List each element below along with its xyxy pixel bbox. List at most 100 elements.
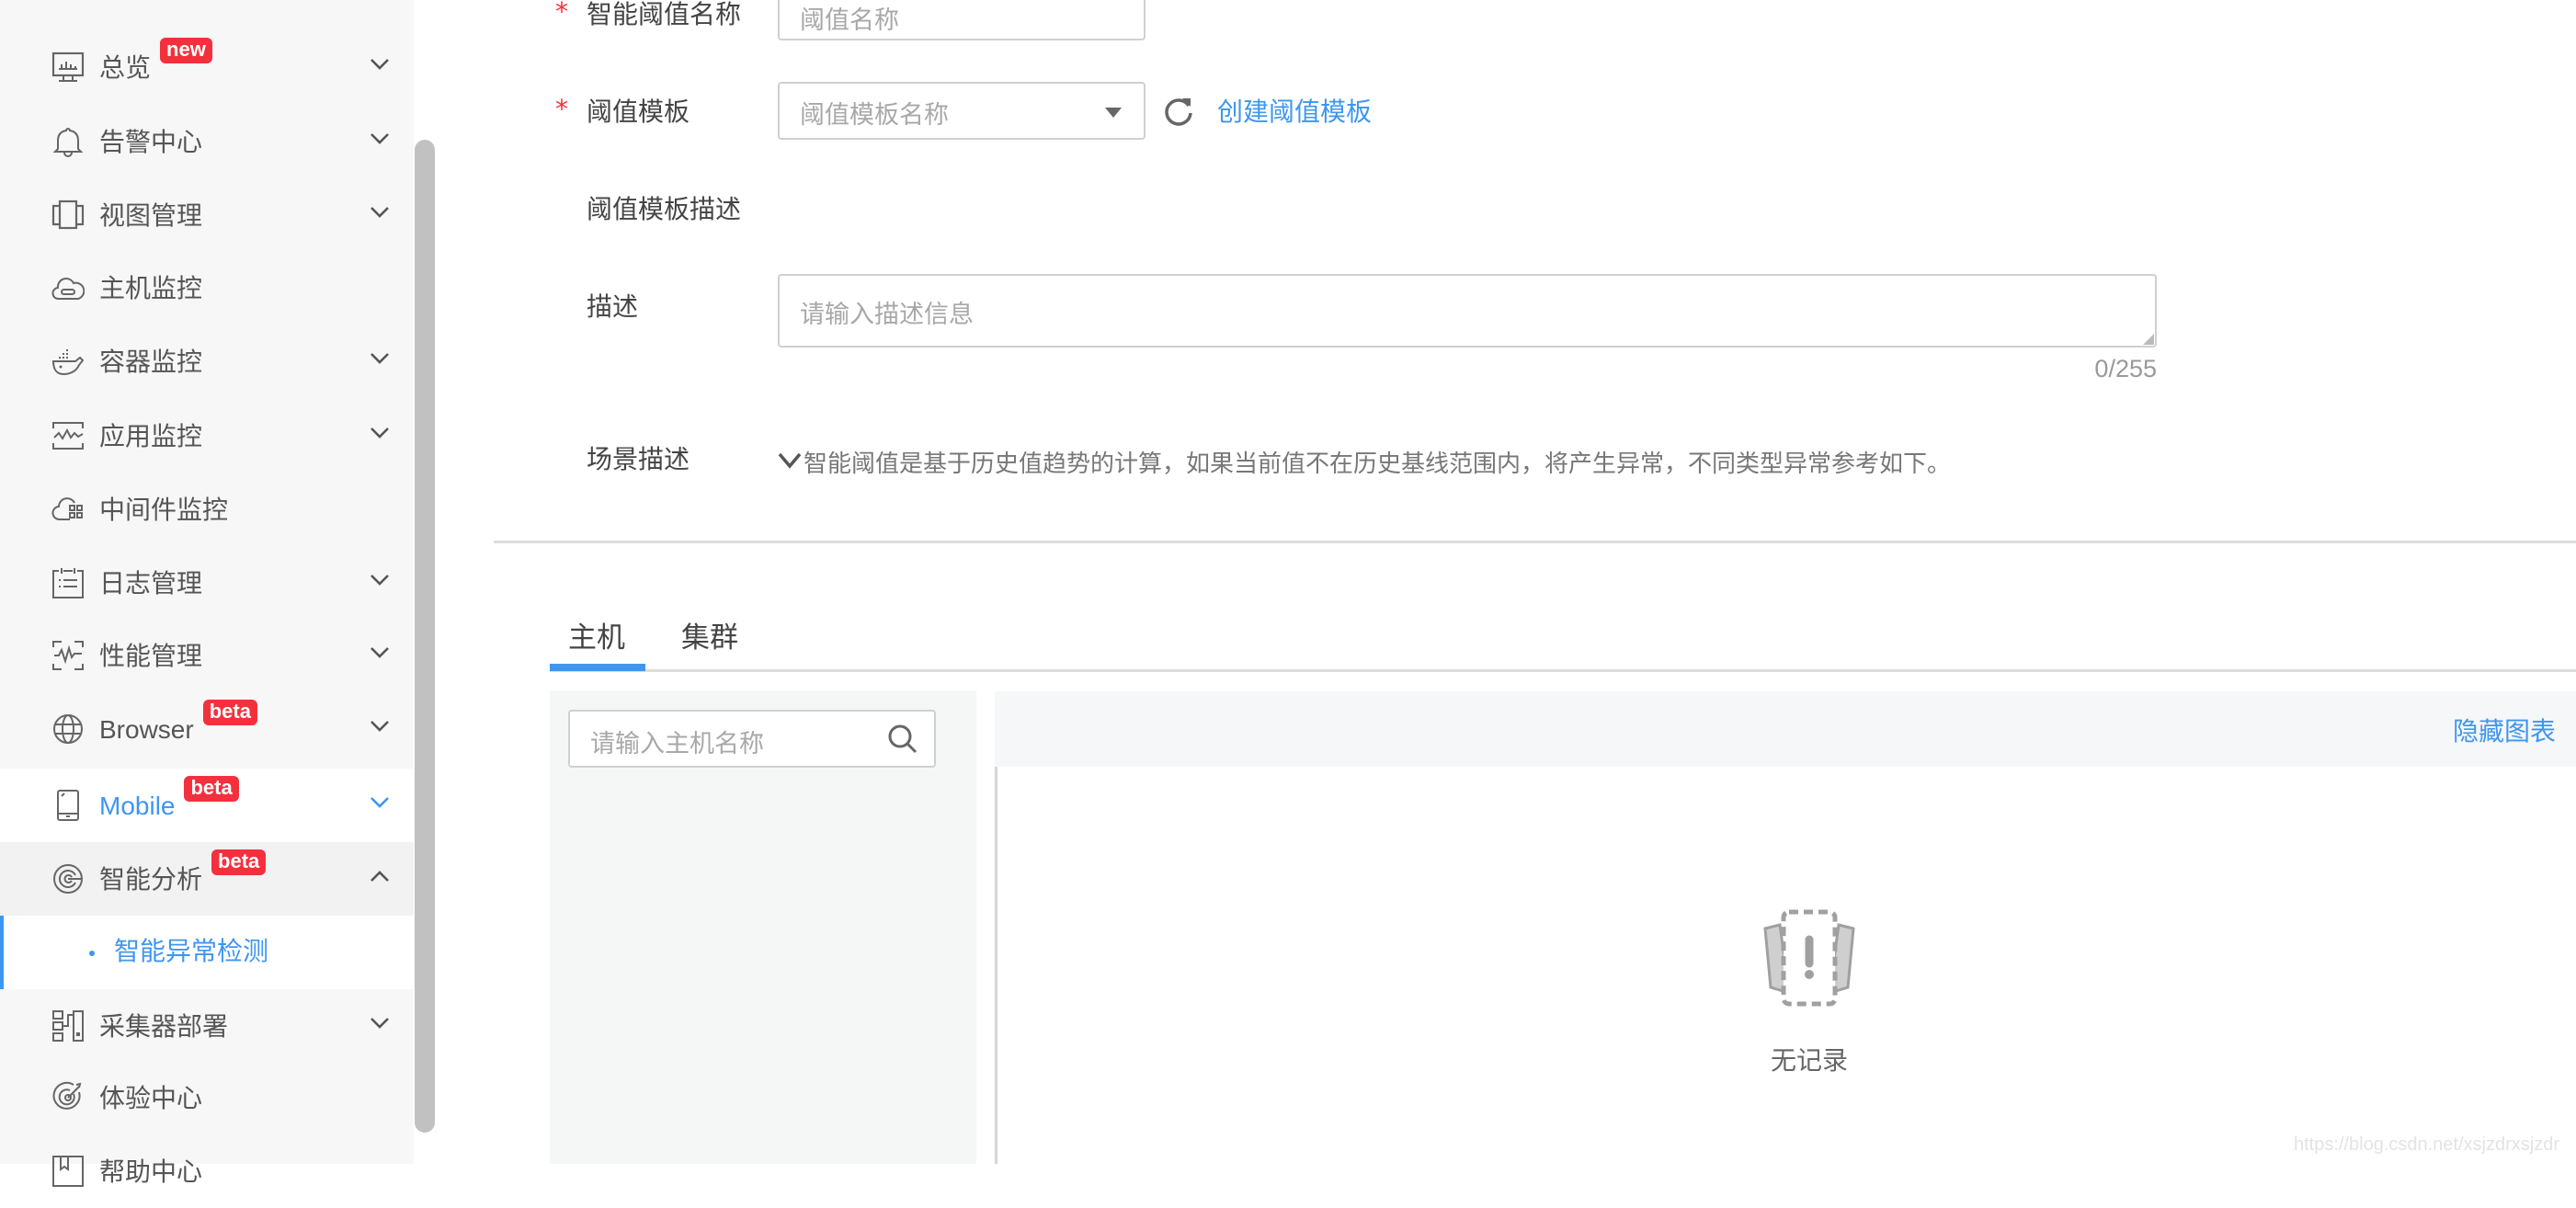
- sidebar-item-label: 日志管理: [99, 568, 203, 598]
- new-badge: new: [160, 38, 212, 63]
- template-description-label: 阈值模板描述: [587, 194, 742, 224]
- watermark: https://blog.csdn.net/xsjzdrxsjzdr: [2293, 1134, 2559, 1155]
- scenario-label: 场景描述: [587, 444, 690, 474]
- description-textarea[interactable]: 请输入描述信息: [778, 274, 2157, 348]
- section-divider: [494, 541, 2576, 543]
- chart-panel-border: [995, 767, 997, 1164]
- collector-icon: [52, 1010, 84, 1042]
- log-list-icon: [52, 568, 84, 598]
- sidebar-item-label: 中间件监控: [99, 495, 229, 525]
- template-select[interactable]: 阈值模板名称: [778, 82, 1146, 140]
- sidebar-item-label: 智能分析: [99, 864, 203, 895]
- chevron-down-icon: [370, 207, 389, 218]
- chevron-down-icon: [370, 647, 389, 658]
- sidebar-subitem-anomaly-detection[interactable]: 智能异常检测: [0, 916, 414, 989]
- globe-icon: [53, 714, 83, 744]
- hide-chart-link[interactable]: 隐藏图表: [2453, 712, 2556, 748]
- view-panels-icon: [51, 199, 85, 230]
- chevron-down-icon: [370, 721, 389, 732]
- sidebar-item-views[interactable]: 视图管理: [0, 178, 414, 252]
- sidebar-item-label: 主机监控: [99, 273, 203, 303]
- sidebar-item-label: 性能管理: [99, 641, 203, 671]
- threshold-name-input[interactable]: 阈值名称: [778, 0, 1146, 40]
- sidebar: 总览 new 告警中心 视图管理 主机监控 容器监控 应用监控 中间件监控 日志管…: [0, 0, 414, 1187]
- sidebar-item-log-management[interactable]: 日志管理: [0, 546, 414, 620]
- sidebar-subitem-label: 智能异常检测: [114, 936, 269, 966]
- empty-record-text: 无记录: [1770, 1045, 1848, 1076]
- sidebar-item-label: 采集器部署: [99, 1011, 229, 1042]
- sidebar-item-container-monitor[interactable]: 容器监控: [0, 325, 414, 398]
- template-select-placeholder: 阈值模板名称: [800, 101, 949, 130]
- sidebar-item-host-monitor[interactable]: 主机监控: [0, 251, 414, 325]
- create-template-link[interactable]: 创建阈值模板: [1217, 92, 1372, 129]
- sidebar-item-alerts[interactable]: 告警中心: [0, 105, 414, 178]
- bullet-icon: [89, 951, 95, 956]
- chevron-down-icon: [370, 59, 389, 70]
- sidebar-item-app-monitor[interactable]: 应用监控: [0, 399, 414, 473]
- radar-icon: [53, 864, 83, 894]
- name-required-mark: *: [555, 0, 568, 27]
- app-pulse-icon: [52, 422, 84, 450]
- template-required-mark: *: [555, 94, 568, 124]
- cloud-grid-icon: [51, 497, 83, 520]
- sidebar-item-experience-center[interactable]: 体验中心: [0, 1061, 414, 1134]
- sidebar-item-label: 应用监控: [99, 421, 203, 451]
- active-tab-indicator: [550, 664, 645, 671]
- target-icon: [52, 1081, 82, 1110]
- sidebar-item-collector-deploy[interactable]: 采集器部署: [0, 989, 414, 1063]
- sidebar-item-mobile[interactable]: Mobile beta: [0, 769, 414, 842]
- sidebar-item-label: Mobile: [99, 792, 176, 820]
- scenario-text: 智能阈值是基于历史值趋势的计算，如果当前值不在历史基线范围内，将产生异常，不同类…: [804, 450, 1952, 478]
- docker-whale-icon: [51, 349, 85, 376]
- monitor-chart-icon: [51, 51, 85, 82]
- chevron-down-icon: [370, 575, 389, 586]
- chevron-down-icon: [370, 1018, 389, 1029]
- sidebar-item-label: 总览: [99, 52, 152, 83]
- sidebar-item-label: 体验中心: [99, 1083, 203, 1113]
- help-book-icon: [52, 1156, 84, 1187]
- tab-host[interactable]: 主机: [568, 614, 625, 655]
- resize-handle-icon[interactable]: [2143, 334, 2154, 345]
- performance-pulse-icon: [52, 641, 84, 670]
- sidebar-item-label: 帮助中心: [99, 1157, 203, 1187]
- bell-icon: [52, 127, 84, 157]
- search-icon[interactable]: [886, 723, 919, 756]
- mobile-icon: [57, 790, 79, 821]
- beta-badge: beta: [211, 849, 267, 875]
- chevron-down-icon: [370, 797, 389, 808]
- sidebar-item-label: 容器监控: [99, 347, 203, 377]
- sidebar-item-performance[interactable]: 性能管理: [0, 619, 414, 692]
- chevron-down-icon: [370, 427, 389, 439]
- tab-cluster[interactable]: 集群: [681, 614, 738, 655]
- chevron-up-icon: [370, 871, 389, 882]
- sidebar-item-help-center[interactable]: 帮助中心: [0, 1134, 414, 1208]
- sidebar-item-browser[interactable]: Browser beta: [0, 692, 414, 766]
- tab-bar-border: [550, 669, 2576, 672]
- empty-record-icon: [1763, 909, 1855, 1007]
- sidebar-item-label: 告警中心: [99, 127, 203, 157]
- chart-panel-header: [995, 691, 2576, 767]
- threshold-name-placeholder: 阈值名称: [800, 6, 899, 35]
- template-label: 阈值模板: [587, 97, 690, 127]
- description-char-counter: 0/255: [2094, 355, 2157, 382]
- sidebar-item-smart-analysis[interactable]: 智能分析 beta: [0, 842, 414, 916]
- name-label: 智能阈值名称: [587, 0, 742, 29]
- beta-badge: beta: [184, 776, 239, 802]
- beta-badge: beta: [202, 700, 257, 725]
- refresh-icon[interactable]: [1162, 95, 1195, 128]
- sidebar-item-middleware-monitor[interactable]: 中间件监控: [0, 473, 414, 546]
- host-search-input[interactable]: 请输入主机名称: [568, 710, 936, 768]
- cloud-host-icon: [51, 278, 85, 300]
- sidebar-item-label: 视图管理: [99, 200, 203, 231]
- host-search-placeholder: 请输入主机名称: [590, 730, 764, 758]
- active-indicator: [0, 916, 4, 989]
- chevron-down-icon: [370, 353, 389, 364]
- chevron-down-icon: [370, 133, 389, 144]
- description-placeholder: 请输入描述信息: [800, 301, 974, 329]
- sidebar-item-overview[interactable]: 总览 new: [0, 30, 414, 104]
- sidebar-scrollbar[interactable]: [415, 140, 435, 1133]
- description-label: 描述: [587, 291, 639, 322]
- caret-down-icon: [1105, 108, 1122, 118]
- sidebar-item-label: Browser: [99, 715, 194, 744]
- expand-chevron-icon[interactable]: [778, 452, 802, 469]
